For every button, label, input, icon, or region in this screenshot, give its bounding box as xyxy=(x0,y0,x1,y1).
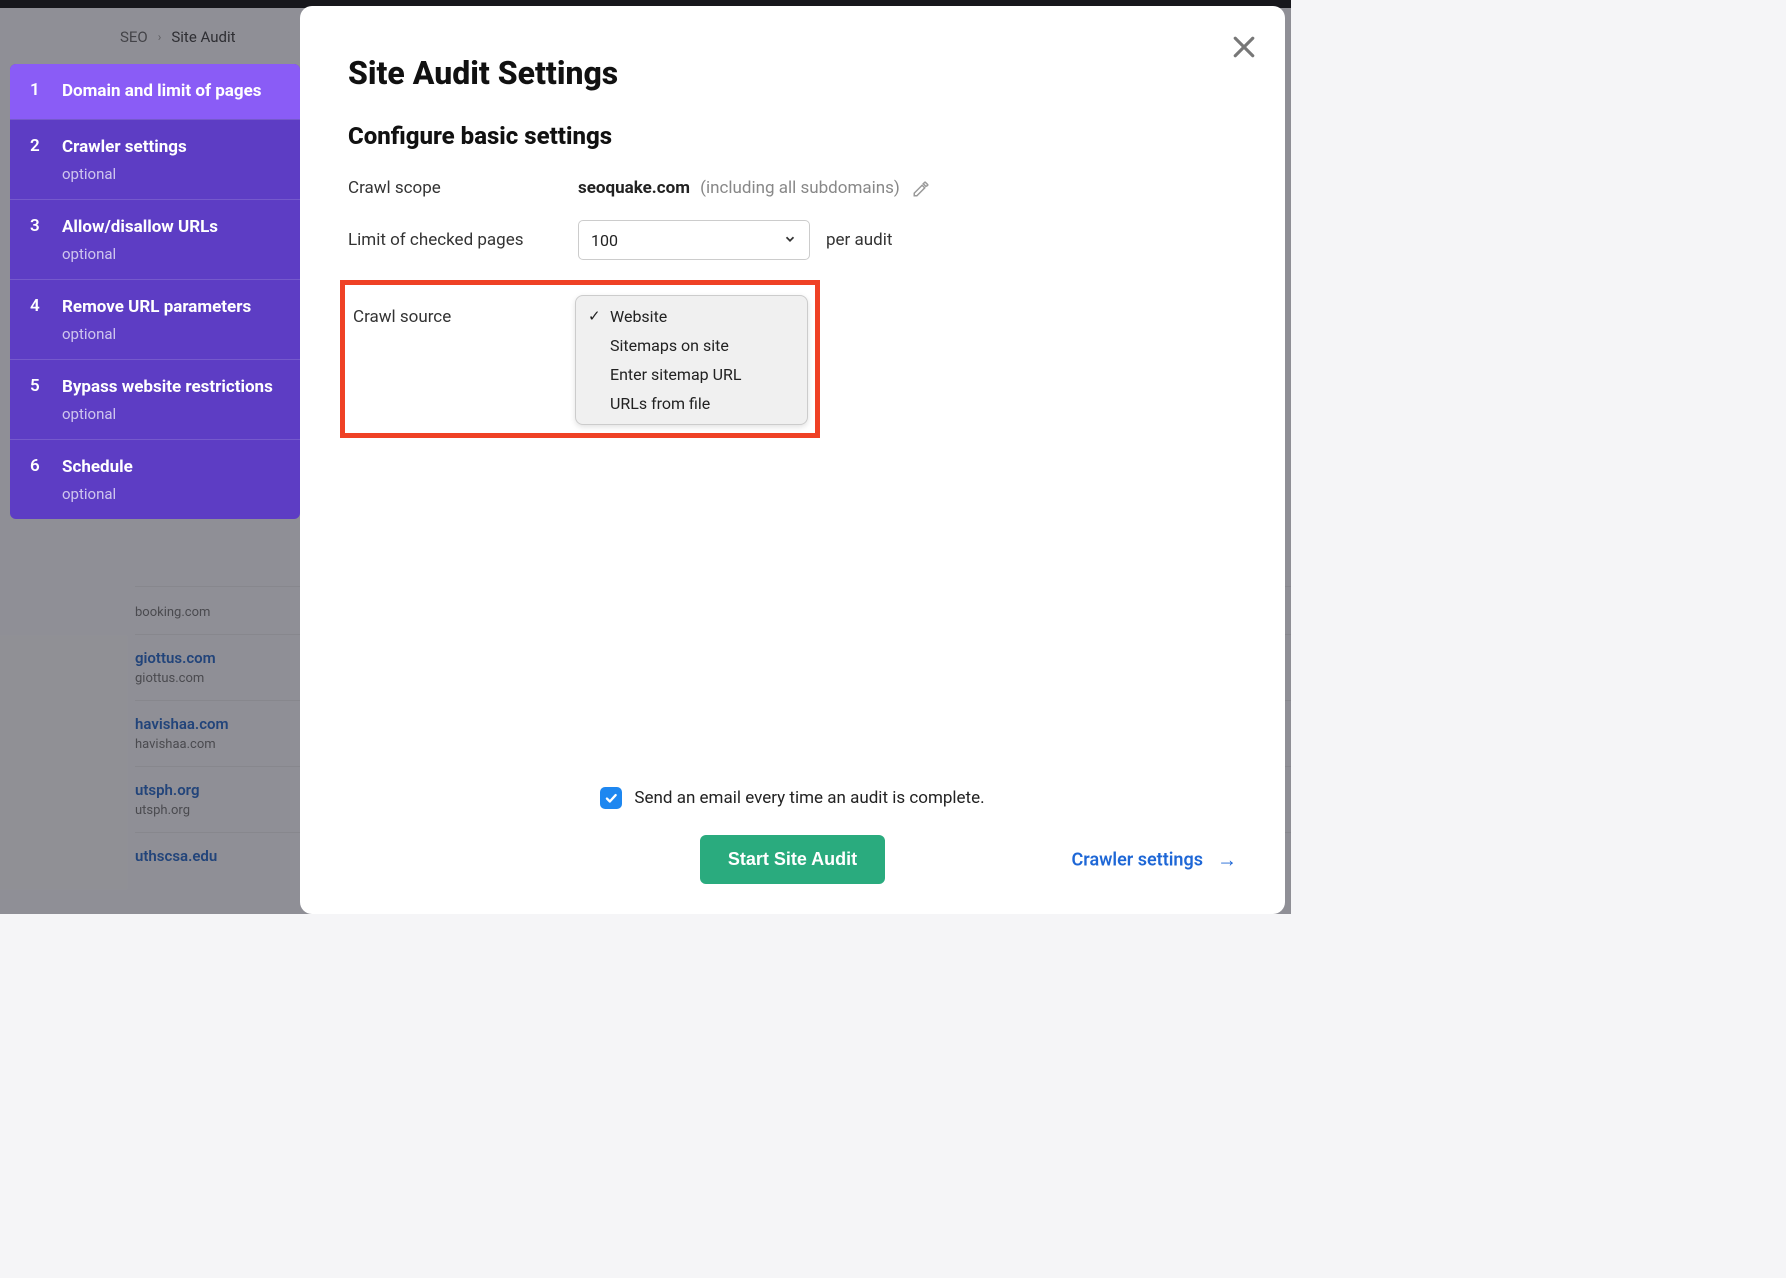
step-optional-label: optional xyxy=(62,165,280,183)
step-schedule[interactable]: 6 Schedule optional xyxy=(10,439,300,519)
step-title: Domain and limit of pages xyxy=(62,80,280,103)
crawl-scope-value-wrap: seoquake.com (including all subdomains) xyxy=(578,178,930,198)
step-number: 6 xyxy=(30,456,46,476)
modal-subtitle: Configure basic settings xyxy=(348,122,1237,150)
limit-label: Limit of checked pages xyxy=(348,230,578,250)
modal-footer: Send an email every time an audit is com… xyxy=(348,787,1237,884)
source-option-urls-from-file[interactable]: URLs from file xyxy=(576,389,807,418)
step-domain-pages[interactable]: 1 Domain and limit of pages xyxy=(10,64,300,119)
crawl-source-label: Crawl source xyxy=(353,307,583,327)
close-icon xyxy=(1229,32,1259,62)
step-number: 4 xyxy=(30,296,46,316)
email-notify-checkbox[interactable] xyxy=(600,787,622,809)
step-optional-label: optional xyxy=(62,245,280,263)
crawl-scope-label: Crawl scope xyxy=(348,178,578,198)
step-title: Bypass website restrictions xyxy=(62,376,280,399)
email-notify-row: Send an email every time an audit is com… xyxy=(348,787,1237,809)
modal-actions: Start Site Audit Crawler settings → xyxy=(348,835,1237,884)
wizard-step-sidebar: 1 Domain and limit of pages 2 Crawler se… xyxy=(10,64,300,519)
step-number: 5 xyxy=(30,376,46,396)
crawl-source-highlight: Crawl source Website Sitemaps on site En… xyxy=(340,280,820,438)
crawl-source-dropdown[interactable]: Website Sitemaps on site Enter sitemap U… xyxy=(575,295,808,425)
step-number: 3 xyxy=(30,216,46,236)
pencil-icon xyxy=(912,180,930,198)
step-remove-url-params[interactable]: 4 Remove URL parameters optional xyxy=(10,279,300,359)
modal-title: Site Audit Settings xyxy=(348,54,1237,92)
edit-scope-button[interactable] xyxy=(912,180,930,198)
crawler-settings-link[interactable]: Crawler settings → xyxy=(1072,847,1237,872)
step-optional-label: optional xyxy=(62,405,280,423)
per-audit-label: per audit xyxy=(826,230,892,250)
crawl-scope-row: Crawl scope seoquake.com (including all … xyxy=(348,178,1237,198)
source-option-website[interactable]: Website xyxy=(576,302,807,331)
step-allow-disallow[interactable]: 3 Allow/disallow URLs optional xyxy=(10,199,300,279)
step-number: 2 xyxy=(30,136,46,156)
step-optional-label: optional xyxy=(62,325,280,343)
crawl-scope-note: (including all subdomains) xyxy=(700,178,900,198)
crawl-scope-domain: seoquake.com xyxy=(578,178,690,198)
next-link-label: Crawler settings xyxy=(1072,849,1203,870)
step-title: Remove URL parameters xyxy=(62,296,280,319)
chevron-down-icon xyxy=(783,231,797,250)
source-option-sitemaps-on-site[interactable]: Sitemaps on site xyxy=(576,331,807,360)
step-title: Crawler settings xyxy=(62,136,280,159)
start-site-audit-button[interactable]: Start Site Audit xyxy=(700,835,885,884)
email-notify-label: Send an email every time an audit is com… xyxy=(634,788,984,808)
site-audit-settings-modal: Site Audit Settings Configure basic sett… xyxy=(300,6,1285,914)
step-title: Allow/disallow URLs xyxy=(62,216,280,239)
step-bypass-restrictions[interactable]: 5 Bypass website restrictions optional xyxy=(10,359,300,439)
source-option-enter-sitemap-url[interactable]: Enter sitemap URL xyxy=(576,360,807,389)
limit-value: 100 xyxy=(591,231,618,250)
limit-row: Limit of checked pages 100 per audit xyxy=(348,220,1237,260)
check-icon xyxy=(604,791,618,805)
step-number: 1 xyxy=(30,80,46,100)
step-title: Schedule xyxy=(62,456,280,479)
close-button[interactable] xyxy=(1229,32,1259,62)
step-crawler-settings[interactable]: 2 Crawler settings optional xyxy=(10,119,300,199)
arrow-right-icon: → xyxy=(1217,847,1237,872)
limit-pages-select[interactable]: 100 xyxy=(578,220,810,260)
step-optional-label: optional xyxy=(62,485,280,503)
